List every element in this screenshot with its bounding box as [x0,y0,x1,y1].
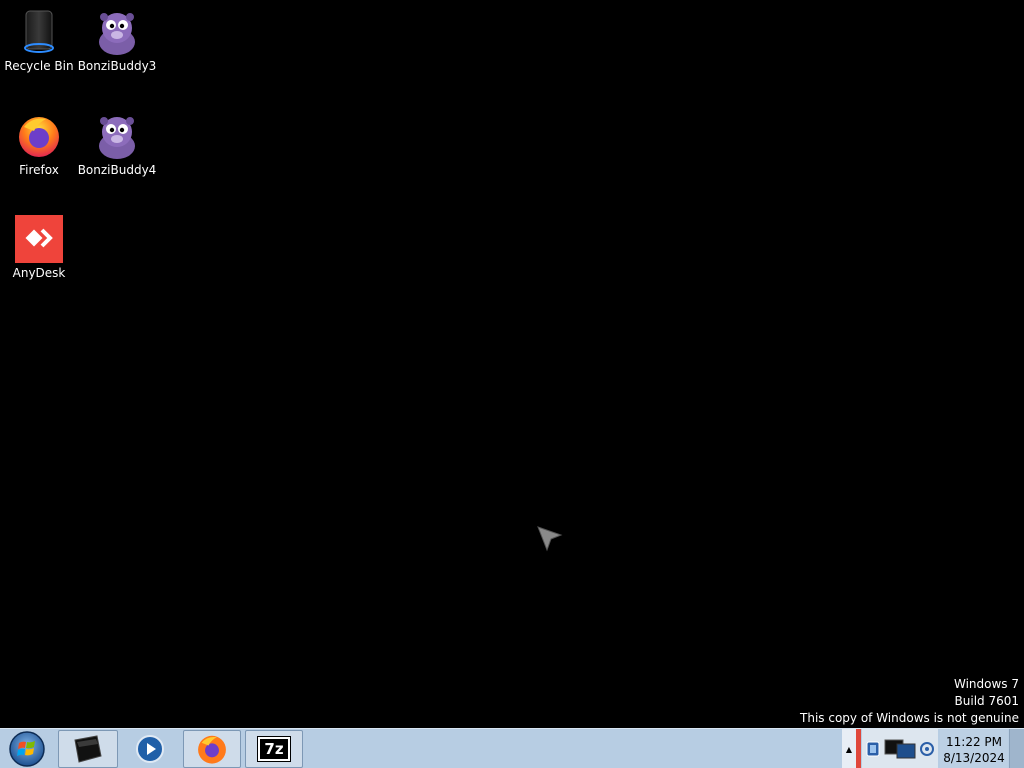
7zip-icon-text: 7z [264,740,284,758]
windows-genuine-watermark: Windows 7 Build 7601 This copy of Window… [800,676,1019,727]
taskbar: 7z ▲ 11:22 PM 8/13/2024 [0,728,1024,768]
anydesk-icon [15,215,63,263]
desktop-icon-bonzibuddy3[interactable]: BonziBuddy3 [78,8,156,73]
bonzibuddy-icon [93,112,141,160]
chevron-up-icon: ▲ [845,744,853,754]
7zip-icon: 7z [257,736,291,762]
firefox-icon [15,112,63,160]
desktop-icon-firefox[interactable]: Firefox [0,112,78,177]
recycle-bin-icon [15,8,63,56]
watermark-genuine-notice: This copy of Windows is not genuine [800,711,1019,725]
taskbar-7zip-button[interactable]: 7z [245,730,303,768]
desktop-icon-label: BonziBuddy4 [77,163,157,177]
desktop-icon-anydesk[interactable]: AnyDesk [0,215,78,280]
desktop-icon-label: BonziBuddy3 [77,59,157,73]
system-tray [862,729,938,768]
taskbar-computer-button[interactable] [58,730,118,768]
tray-volume-icon[interactable] [919,740,935,758]
taskbar-clock[interactable]: 11:22 PM 8/13/2024 [940,729,1008,768]
desktop-icon-recycle-bin[interactable]: Recycle Bin [0,8,78,73]
bonzibuddy-icon [93,8,141,56]
watermark-build: Build 7601 [954,694,1019,708]
computer-window-icon [74,735,102,763]
desktop-icon-bonzibuddy4[interactable]: BonziBuddy4 [78,112,156,177]
watermark-os: Windows 7 [953,677,1019,691]
clock-date: 8/13/2024 [943,751,1005,765]
tray-flag-icon[interactable] [865,740,881,758]
show-desktop-button[interactable] [1009,729,1024,768]
mouse-cursor-icon [537,526,563,556]
show-hidden-icons-button[interactable]: ▲ [842,729,856,768]
desktop-icon-label: Recycle Bin [4,59,74,73]
desktop-icon-label: AnyDesk [12,266,66,280]
desktop-icon-label: Firefox [19,163,59,177]
clock-time: 11:22 PM [946,735,1002,749]
firefox-icon [198,735,226,764]
taskbar-media-player-button[interactable] [121,730,179,768]
windows-start-orb-icon [9,731,45,767]
taskbar-firefox-button[interactable] [183,730,241,768]
tray-network-icon[interactable] [883,736,917,762]
start-button[interactable] [6,730,48,768]
media-player-icon [136,735,164,763]
tray-red-indicator [856,729,861,768]
